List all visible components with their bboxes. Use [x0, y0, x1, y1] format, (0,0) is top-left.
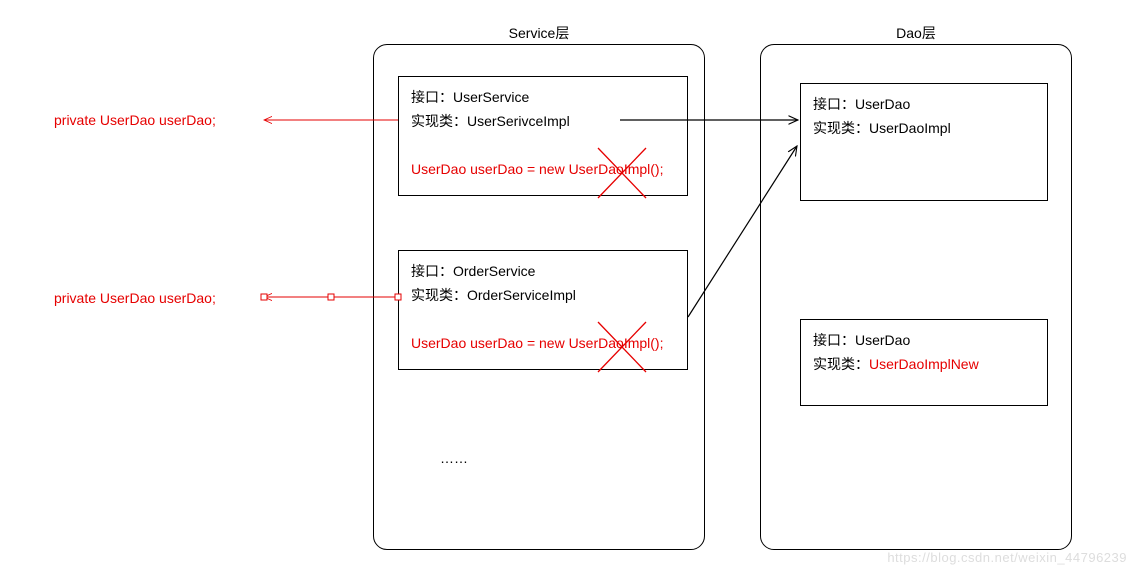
user-service-interface-name: UserService: [453, 89, 529, 105]
order-service-interface-name: OrderService: [453, 263, 535, 279]
user-service-code: UserDao userDao = new UserDaoImpl();: [411, 161, 675, 177]
order-service-impl-name: OrderServiceImpl: [467, 287, 576, 303]
handle-square: [261, 294, 267, 300]
user-service-impl-name: UserSerivceImpl: [467, 113, 570, 129]
user-dao-new-interface-name: UserDao: [855, 332, 910, 348]
user-dao-new-impl-name: UserDaoImplNew: [869, 356, 979, 372]
service-layer-title: Service层: [374, 23, 704, 43]
interface-label: 接口：: [813, 332, 855, 348]
user-dao-interface-line: 接口：UserDao: [813, 94, 1035, 114]
interface-label: 接口：: [813, 96, 855, 112]
order-service-code: UserDao userDao = new UserDaoImpl();: [411, 335, 675, 351]
order-service-impl-line: 实现类：OrderServiceImpl: [411, 285, 675, 305]
annotation-field-2: private UserDao userDao;: [54, 290, 216, 306]
watermark: https://blog.csdn.net/weixin_44796239: [887, 550, 1127, 565]
user-dao-impl-name: UserDaoImpl: [869, 120, 951, 136]
user-service-impl-line: 实现类：UserSerivceImpl: [411, 111, 675, 131]
impl-label: 实现类：: [411, 113, 467, 129]
annotation-field-1: private UserDao userDao;: [54, 112, 216, 128]
user-dao-new-interface-line: 接口：UserDao: [813, 330, 1035, 350]
handle-square: [328, 294, 334, 300]
order-service-interface-line: 接口：OrderService: [411, 261, 675, 281]
ellipsis: ……: [440, 450, 468, 466]
dao-layer-title: Dao层: [761, 23, 1071, 43]
user-dao-impl-line: 实现类：UserDaoImpl: [813, 118, 1035, 138]
interface-label: 接口：: [411, 89, 453, 105]
interface-label: 接口：: [411, 263, 453, 279]
user-service-box: 接口：UserService 实现类：UserSerivceImpl UserD…: [398, 76, 688, 196]
user-dao-new-impl-line: 实现类：UserDaoImplNew: [813, 354, 1035, 374]
user-dao-interface-name: UserDao: [855, 96, 910, 112]
user-service-interface-line: 接口：UserService: [411, 87, 675, 107]
impl-label: 实现类：: [813, 120, 869, 136]
impl-label: 实现类：: [813, 356, 869, 372]
user-dao-box: 接口：UserDao 实现类：UserDaoImpl: [800, 83, 1048, 201]
impl-label: 实现类：: [411, 287, 467, 303]
order-service-box: 接口：OrderService 实现类：OrderServiceImpl Use…: [398, 250, 688, 370]
user-dao-new-box: 接口：UserDao 实现类：UserDaoImplNew: [800, 319, 1048, 406]
